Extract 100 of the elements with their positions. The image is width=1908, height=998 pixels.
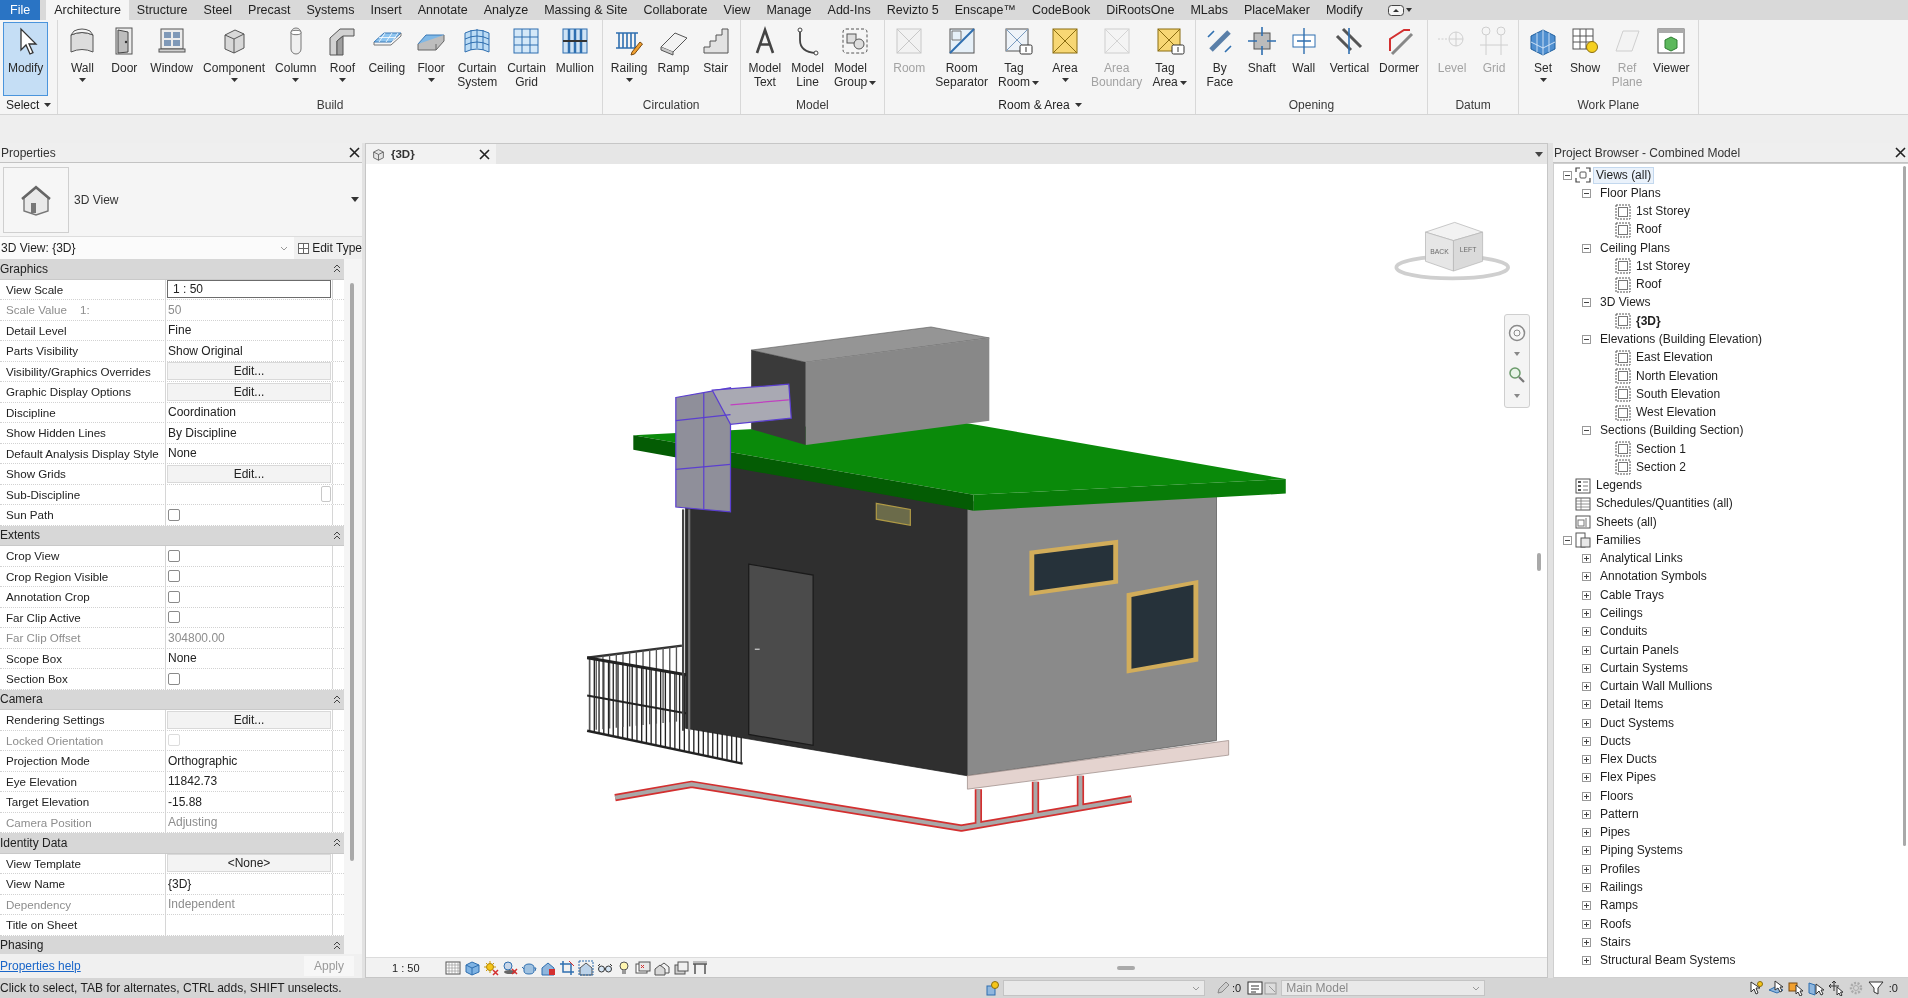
ribbon-button[interactable]: Mullion xyxy=(550,22,599,96)
ribbon-button[interactable]: Viewer xyxy=(1648,22,1695,96)
tree-item[interactable]: Roofs xyxy=(1598,916,1634,932)
ribbon-button[interactable]: Tag Room xyxy=(993,22,1044,96)
panel-title[interactable]: Select xyxy=(3,97,55,113)
list-window-icon[interactable] xyxy=(1247,980,1264,996)
square-dot-icon[interactable] xyxy=(985,980,1001,996)
tree-item[interactable]: Pattern xyxy=(1598,806,1641,822)
ribbon-button[interactable]: Room Separator xyxy=(930,22,993,96)
checkbox[interactable] xyxy=(168,508,180,521)
value-input-field[interactable]: 1 : 50 xyxy=(167,280,331,299)
expand-toggle[interactable] xyxy=(1582,335,1591,344)
tree-item[interactable]: West Elevation xyxy=(1634,405,1718,421)
expand-toggle[interactable] xyxy=(1582,645,1591,655)
ribbon-button[interactable]: Model Text xyxy=(743,22,787,96)
ribbon-button[interactable]: Modify xyxy=(3,22,49,96)
zoom-icon[interactable] xyxy=(1508,366,1526,384)
tree-item[interactable]: Sections (Building Section) xyxy=(1598,423,1746,439)
type-name[interactable]: 3D View xyxy=(74,192,346,207)
expand-toggle[interactable] xyxy=(1582,572,1591,582)
tree-item[interactable]: North Elevation xyxy=(1634,368,1721,384)
tree-item[interactable]: Curtain Panels xyxy=(1598,642,1681,658)
scrollbar-thumb[interactable] xyxy=(1537,553,1541,571)
ribbon-tab[interactable]: Enscape™ xyxy=(946,0,1024,20)
collapse-icon[interactable] xyxy=(334,265,340,273)
tree-item[interactable]: Piping Systems xyxy=(1598,843,1685,859)
tree-item[interactable]: Conduits xyxy=(1598,624,1650,640)
ribbon-tab[interactable]: Massing & Site xyxy=(536,0,636,20)
ribbon-tab[interactable]: CodeBook xyxy=(1023,0,1099,20)
ribbon-tab[interactable]: DiRootsOne xyxy=(1098,0,1183,20)
move-cursor-icon[interactable] xyxy=(1827,980,1844,996)
ribbon-button[interactable]: Area xyxy=(1044,22,1086,96)
expand-toggle[interactable] xyxy=(1582,590,1591,600)
group-header-bar[interactable]: Phasing xyxy=(0,935,344,954)
ribbon-tab[interactable]: Collaborate xyxy=(635,0,716,20)
ribbon-button[interactable]: Tag Area xyxy=(1147,22,1192,96)
ribbon-button[interactable]: Wall xyxy=(1282,22,1325,96)
edit-button[interactable]: Edit... xyxy=(167,710,331,729)
checkered-square-icon[interactable] xyxy=(444,959,461,976)
checkbox[interactable] xyxy=(168,549,180,562)
expand-toggle[interactable] xyxy=(1563,535,1572,545)
expand-toggle[interactable] xyxy=(1582,682,1591,692)
ribbon-tab[interactable]: MLabs xyxy=(1182,0,1236,20)
tree-item[interactable]: Families xyxy=(1594,532,1643,548)
tree-item[interactable]: {3D} xyxy=(1634,313,1663,329)
tree-item[interactable]: Views (all) xyxy=(1594,167,1654,183)
view-scale[interactable]: 1 : 50 xyxy=(392,961,420,974)
tree-item[interactable]: South Elevation xyxy=(1634,386,1723,402)
edit-button[interactable]: Edit... xyxy=(167,464,331,483)
expand-toggle[interactable] xyxy=(1582,627,1591,637)
tree-item[interactable]: Flex Ducts xyxy=(1598,752,1659,768)
ribbon-button[interactable]: Set xyxy=(1522,22,1565,96)
ribbon-tab[interactable]: Insert xyxy=(362,0,410,20)
ribbon-button[interactable]: Floor xyxy=(410,22,453,96)
tree-item[interactable]: Curtain Wall Mullions xyxy=(1598,679,1715,695)
document-tab[interactable]: {3D} xyxy=(366,144,496,164)
scrollbar-thumb[interactable] xyxy=(350,283,354,861)
expand-toggle[interactable] xyxy=(1582,718,1591,728)
group-header-bar[interactable]: Graphics xyxy=(0,259,344,280)
tree-item[interactable]: Duct Systems xyxy=(1598,715,1676,731)
group-header-bar[interactable]: Extents xyxy=(0,525,344,546)
expand-toggle[interactable] xyxy=(1582,864,1591,874)
crop-frame-icon[interactable] xyxy=(558,959,575,976)
expand-toggle[interactable] xyxy=(1582,809,1591,819)
tree-item[interactable]: 1st Storey xyxy=(1634,258,1693,274)
checkbox[interactable] xyxy=(168,570,180,583)
cube-icon[interactable] xyxy=(463,959,480,976)
edit-button[interactable]: Edit... xyxy=(167,382,331,401)
ribbon-tab[interactable]: Steel xyxy=(195,0,241,20)
ribbon-button[interactable]: Ceiling xyxy=(363,22,411,96)
ribbon-tab[interactable]: Modify xyxy=(1317,0,1371,20)
ribbon-tab[interactable]: Manage xyxy=(758,0,820,20)
box-stack-icon[interactable] xyxy=(672,959,689,976)
tree-item[interactable]: Roof xyxy=(1634,222,1664,238)
caret-icon[interactable] xyxy=(351,197,359,202)
edit-button[interactable]: Edit... xyxy=(167,362,331,381)
ribbon-button[interactable]: Window xyxy=(145,22,199,96)
ribbon-tab[interactable]: Systems xyxy=(298,0,363,20)
ribbon-tab[interactable]: Precast xyxy=(240,0,299,20)
collapse-icon[interactable] xyxy=(334,531,340,539)
tree-item[interactable]: Curtain Systems xyxy=(1598,660,1691,676)
ring-icon[interactable] xyxy=(1508,324,1526,342)
tree-item[interactable]: 1st Storey xyxy=(1634,204,1693,220)
edit-button[interactable]: <None> xyxy=(167,854,331,873)
expand-toggle[interactable] xyxy=(1582,609,1591,618)
expand-toggle[interactable] xyxy=(1582,663,1591,673)
expand-toggle[interactable] xyxy=(1582,298,1591,308)
collapse-icon[interactable] xyxy=(334,695,340,703)
ribbon-button[interactable]: Component xyxy=(198,22,271,96)
tree-item[interactable]: Annotation Symbols xyxy=(1598,569,1709,585)
ribbon-button[interactable]: Roof xyxy=(321,22,364,96)
cursor-layers-icon[interactable] xyxy=(1767,980,1784,996)
ribbon-button[interactable]: Vertical xyxy=(1324,22,1375,96)
expand-toggle[interactable] xyxy=(1582,828,1591,838)
tree-item[interactable]: 3D Views xyxy=(1598,295,1653,311)
expand-toggle[interactable] xyxy=(1582,846,1591,856)
expand-toggle[interactable] xyxy=(1582,755,1591,765)
close-icon[interactable] xyxy=(349,147,360,158)
expand-toggle[interactable] xyxy=(1582,919,1591,929)
ribbon-button[interactable]: Column xyxy=(270,22,322,96)
